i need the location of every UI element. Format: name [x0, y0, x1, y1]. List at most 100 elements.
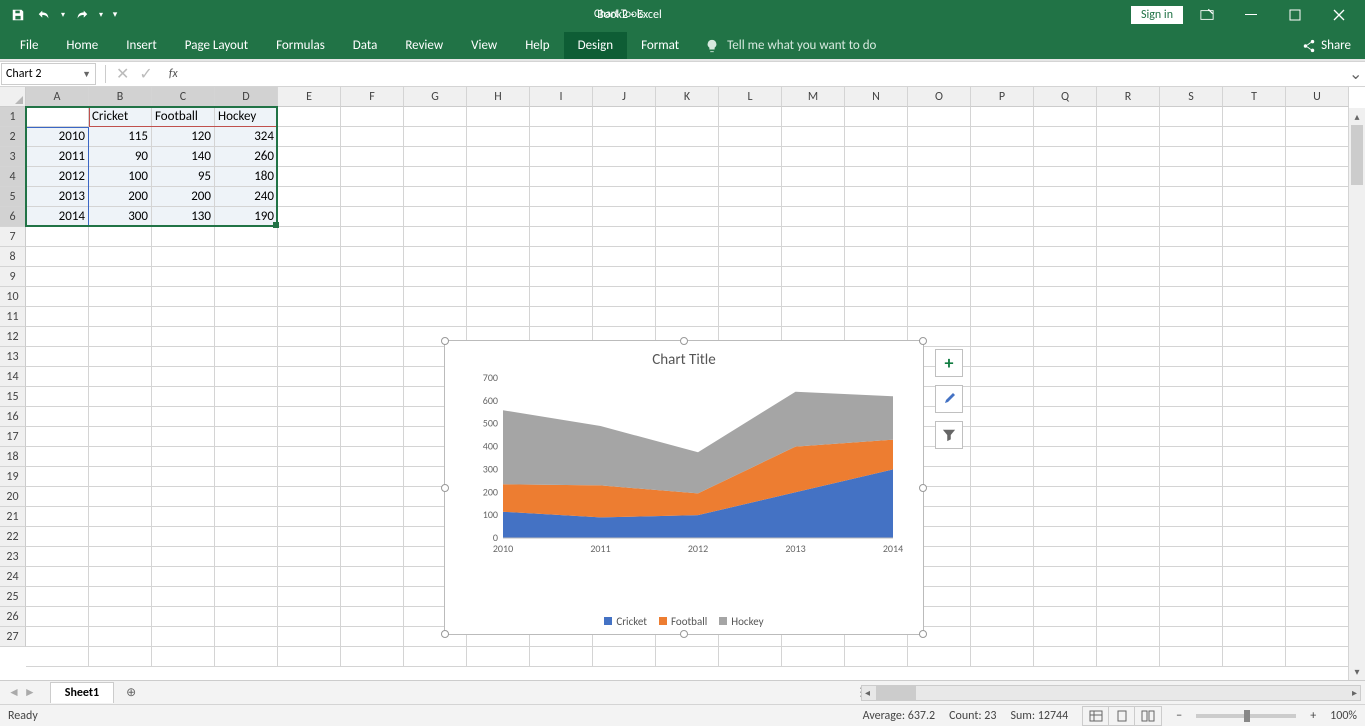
resize-handle[interactable]	[441, 630, 449, 638]
cell[interactable]	[1160, 247, 1223, 267]
row-header-13[interactable]: 13	[0, 347, 26, 367]
cell[interactable]	[1160, 207, 1223, 227]
cell[interactable]	[1160, 227, 1223, 247]
cell[interactable]	[1034, 447, 1097, 467]
col-header-H[interactable]: H	[467, 87, 530, 107]
row-header-25[interactable]: 25	[0, 587, 26, 607]
cell[interactable]	[845, 287, 908, 307]
cell[interactable]	[278, 267, 341, 287]
cell[interactable]	[278, 627, 341, 647]
cell[interactable]	[971, 407, 1034, 427]
col-header-G[interactable]: G	[404, 87, 467, 107]
cell[interactable]	[1286, 307, 1349, 327]
cell[interactable]	[656, 287, 719, 307]
cell[interactable]	[656, 107, 719, 127]
cell[interactable]	[593, 247, 656, 267]
cell[interactable]	[593, 127, 656, 147]
cell[interactable]	[530, 647, 593, 667]
scroll-thumb[interactable]	[1351, 125, 1363, 185]
worksheet-grid[interactable]: ABCDEFGHIJKLMNOPQRSTU 123456789101112131…	[0, 87, 1365, 676]
col-header-K[interactable]: K	[656, 87, 719, 107]
cell[interactable]	[908, 207, 971, 227]
expand-formula-bar[interactable]: ⌄	[1349, 64, 1365, 84]
cell[interactable]	[1286, 547, 1349, 567]
cell[interactable]	[845, 247, 908, 267]
cell[interactable]	[341, 267, 404, 287]
cell[interactable]	[1160, 627, 1223, 647]
cell[interactable]	[467, 267, 530, 287]
cell[interactable]	[1097, 347, 1160, 367]
cell[interactable]	[278, 287, 341, 307]
cell[interactable]	[1223, 227, 1286, 247]
row-header-27[interactable]: 27	[0, 627, 26, 647]
chart-object[interactable]: Chart Title 0100200300400500600700201020…	[444, 340, 924, 635]
cell[interactable]	[89, 567, 152, 587]
cell[interactable]	[971, 607, 1034, 627]
cell[interactable]	[971, 207, 1034, 227]
formula-input[interactable]	[192, 63, 1349, 85]
cell[interactable]	[1097, 247, 1160, 267]
cell[interactable]	[1097, 107, 1160, 127]
row-header-20[interactable]: 20	[0, 487, 26, 507]
cell[interactable]	[1097, 647, 1160, 667]
cell[interactable]	[971, 447, 1034, 467]
cell[interactable]	[1160, 527, 1223, 547]
cell[interactable]	[26, 247, 89, 267]
cell[interactable]	[782, 647, 845, 667]
cell[interactable]	[1160, 487, 1223, 507]
cell[interactable]	[89, 467, 152, 487]
ribbon-display-options[interactable]	[1187, 1, 1227, 29]
cell[interactable]	[971, 487, 1034, 507]
cell[interactable]	[1286, 127, 1349, 147]
cell[interactable]	[1286, 447, 1349, 467]
cell[interactable]	[404, 287, 467, 307]
cell[interactable]	[152, 527, 215, 547]
row-header-3[interactable]: 3	[0, 147, 26, 167]
page-break-view[interactable]	[1135, 707, 1161, 725]
page-layout-view[interactable]	[1109, 707, 1135, 725]
cell[interactable]	[341, 647, 404, 667]
cell[interactable]	[1286, 227, 1349, 247]
cell[interactable]	[719, 107, 782, 127]
row-header-11[interactable]: 11	[0, 307, 26, 327]
cell[interactable]	[26, 627, 89, 647]
row-header-14[interactable]: 14	[0, 367, 26, 387]
cell[interactable]	[215, 527, 278, 547]
cell[interactable]	[845, 227, 908, 247]
cell[interactable]	[1034, 267, 1097, 287]
cell[interactable]	[1034, 467, 1097, 487]
cell[interactable]	[278, 447, 341, 467]
chart-legend[interactable]: CricketFootballHockey	[445, 615, 923, 629]
row-header-19[interactable]: 19	[0, 467, 26, 487]
cell[interactable]: 200	[152, 187, 215, 207]
chevron-down-icon[interactable]: ▼	[82, 69, 91, 80]
cell[interactable]	[530, 147, 593, 167]
cell[interactable]	[26, 567, 89, 587]
cell[interactable]	[908, 247, 971, 267]
cell[interactable]	[1097, 467, 1160, 487]
cell[interactable]	[341, 227, 404, 247]
cell[interactable]	[278, 527, 341, 547]
cell[interactable]	[341, 167, 404, 187]
cell[interactable]	[278, 167, 341, 187]
cell[interactable]	[152, 247, 215, 267]
cell[interactable]	[26, 467, 89, 487]
cell[interactable]	[26, 507, 89, 527]
col-header-Q[interactable]: Q	[1034, 87, 1097, 107]
row-header-15[interactable]: 15	[0, 387, 26, 407]
cell[interactable]	[1160, 267, 1223, 287]
cell[interactable]	[215, 647, 278, 667]
cell[interactable]	[278, 507, 341, 527]
cell[interactable]	[908, 107, 971, 127]
cell[interactable]	[719, 167, 782, 187]
new-sheet-button[interactable]: ⊕	[120, 682, 142, 704]
cell[interactable]	[845, 167, 908, 187]
cell[interactable]	[593, 147, 656, 167]
cell[interactable]	[1097, 407, 1160, 427]
cell[interactable]	[215, 327, 278, 347]
cell[interactable]	[467, 307, 530, 327]
cell[interactable]	[845, 187, 908, 207]
cell[interactable]	[656, 647, 719, 667]
cell[interactable]	[593, 167, 656, 187]
chart-title[interactable]: Chart Title	[445, 341, 923, 369]
